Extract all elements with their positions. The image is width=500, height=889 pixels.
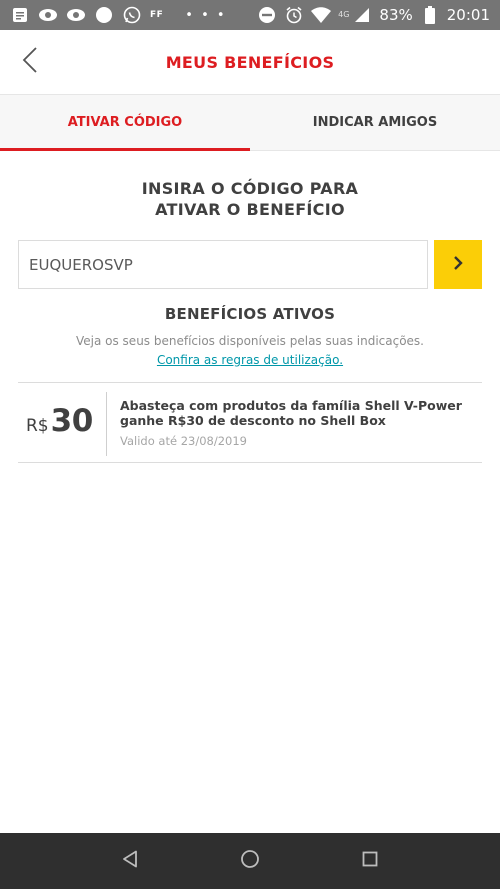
chevron-right-icon [453, 256, 463, 273]
page-title: MEUS BENEFÍCIOS [165, 52, 335, 72]
back-button[interactable] [12, 44, 48, 80]
rules-link[interactable]: Confira as regras de utilização. [0, 353, 500, 367]
benefit-description: Abasteça com produtos da família Shell V… [120, 398, 462, 428]
code-input[interactable] [18, 240, 428, 289]
clock: 20:01 [446, 6, 490, 24]
wifi-icon [311, 6, 332, 24]
square-recents-icon [362, 851, 378, 871]
system-nav-bar [0, 833, 500, 889]
tab-ativar-codigo[interactable]: ATIVAR CÓDIGO [0, 95, 250, 151]
app-header: MEUS BENEFÍCIOS [0, 30, 500, 95]
status-bar: FF • • • 4G 83% 20:01 [0, 0, 500, 30]
signal-icon [352, 6, 372, 24]
benefit-value: 30 [50, 403, 94, 439]
active-benefits-title: BENEFÍCIOS ATIVOS [164, 305, 336, 323]
submit-code-button[interactable] [434, 240, 482, 289]
eye-icon [66, 6, 86, 24]
nav-recents-button[interactable] [350, 841, 390, 881]
chevron-left-icon [22, 47, 38, 77]
active-benefits-description: Veja os seus benefícios disponíveis pela… [75, 334, 424, 348]
tab-indicar-amigos[interactable]: INDICAR AMIGOS [250, 95, 500, 150]
do-not-disturb-icon [257, 6, 277, 24]
circle-icon [94, 6, 114, 24]
code-title-line1: INSIRA O CÓDIGO PARA [141, 179, 359, 198]
circle-home-icon [240, 849, 260, 873]
triangle-back-icon [122, 850, 138, 872]
whatsapp-icon [122, 6, 142, 24]
code-section-title: INSIRA O CÓDIGO PARA ATIVAR O BENEFÍCIO [0, 178, 500, 220]
nav-back-button[interactable] [110, 841, 150, 881]
code-title-line2: ATIVAR O BENEFÍCIO [155, 200, 345, 219]
benefit-amount: R$ 30 [26, 403, 93, 439]
eye-icon [38, 6, 58, 24]
nav-home-button[interactable] [230, 841, 270, 881]
tab-bar: ATIVAR CÓDIGO INDICAR AMIGOS [0, 95, 500, 151]
benefit-card[interactable]: R$ 30 Abasteça com produtos da família S… [18, 382, 482, 463]
benefit-validity: Valido até 23/08/2019 [120, 434, 247, 448]
ff-icon: FF [150, 10, 164, 20]
benefit-divider [106, 392, 107, 456]
battery-icon [420, 6, 440, 24]
network-type: 4G [338, 10, 350, 19]
benefit-currency: R$ [26, 416, 49, 436]
more-notifications-icon: • • • [185, 7, 227, 23]
battery-percent: 83% [379, 6, 413, 24]
message-icon [10, 6, 30, 24]
alarm-icon [284, 6, 304, 24]
